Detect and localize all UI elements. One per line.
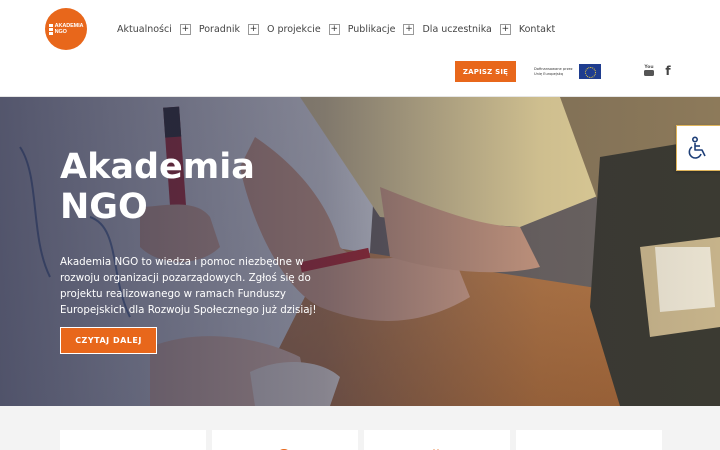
hero-title-line1: Akademia [60, 147, 255, 187]
nav-item-publikacje[interactable]: Publikacje [348, 24, 396, 35]
eu-funding-badge[interactable]: Dofinansowane przez Unię Europejską [534, 63, 604, 80]
youtube-icon[interactable]: You [643, 64, 655, 77]
eu-flag-icon [579, 64, 601, 79]
nav-expand-o-projekcie-icon[interactable]: + [328, 23, 340, 35]
accessibility-button[interactable] [676, 125, 720, 171]
hero-title: Akademia NGO [60, 147, 320, 227]
nav-item-poradnik[interactable]: Poradnik [199, 24, 240, 35]
eu-text-line1: Dofinansowane przez [534, 67, 573, 71]
signup-button[interactable]: ZAPISZ SIĘ [455, 61, 516, 82]
site-header: AKADEMIA NGO Aktualności + Poradnik + O … [0, 0, 720, 97]
nav-item-dla-uczestnika[interactable]: Dla uczestnika [422, 24, 491, 35]
main-nav: Aktualności + Poradnik + O projekcie + P… [117, 22, 555, 36]
hero-title-line2: NGO [60, 187, 148, 227]
feature-card[interactable] [60, 430, 206, 450]
facebook-icon[interactable]: f [663, 64, 673, 78]
eu-text-line2: Unię Europejską [534, 71, 564, 76]
hero-description: Akademia NGO to wiedza i pomoc niezbędne… [60, 256, 317, 316]
nav-item-aktualnosci[interactable]: Aktualności [117, 24, 172, 35]
nav-expand-dla-uczestnika-icon[interactable]: + [499, 23, 511, 35]
features-section [0, 406, 720, 450]
feature-card[interactable] [364, 430, 510, 450]
logo-mark-icon [48, 23, 53, 35]
logo-inner: AKADEMIA NGO [48, 23, 84, 35]
logo-text: AKADEMIA NGO [55, 23, 84, 35]
hero-overlay [0, 97, 720, 406]
site-logo[interactable]: AKADEMIA NGO [45, 8, 87, 50]
nav-item-kontakt[interactable]: Kontakt [519, 24, 555, 35]
eu-funding-text: Dofinansowane przez Unię Europejską [534, 67, 576, 76]
nav-item-o-projekcie[interactable]: O projekcie [267, 24, 321, 35]
feature-card[interactable] [212, 430, 358, 450]
nav-expand-poradnik-icon[interactable]: + [247, 23, 259, 35]
nav-expand-aktualnosci-icon[interactable]: + [179, 23, 191, 35]
nav-expand-publikacje-icon[interactable]: + [403, 23, 415, 35]
feature-card[interactable] [516, 430, 662, 450]
logo-text-line2: NGO [54, 29, 67, 35]
youtube-box [644, 70, 654, 76]
read-more-button[interactable]: CZYTAJ DALEJ [60, 327, 157, 354]
hero-banner: Akademia NGO Akademia NGO to wiedza i po… [0, 97, 720, 406]
accessibility-icon [688, 136, 706, 159]
